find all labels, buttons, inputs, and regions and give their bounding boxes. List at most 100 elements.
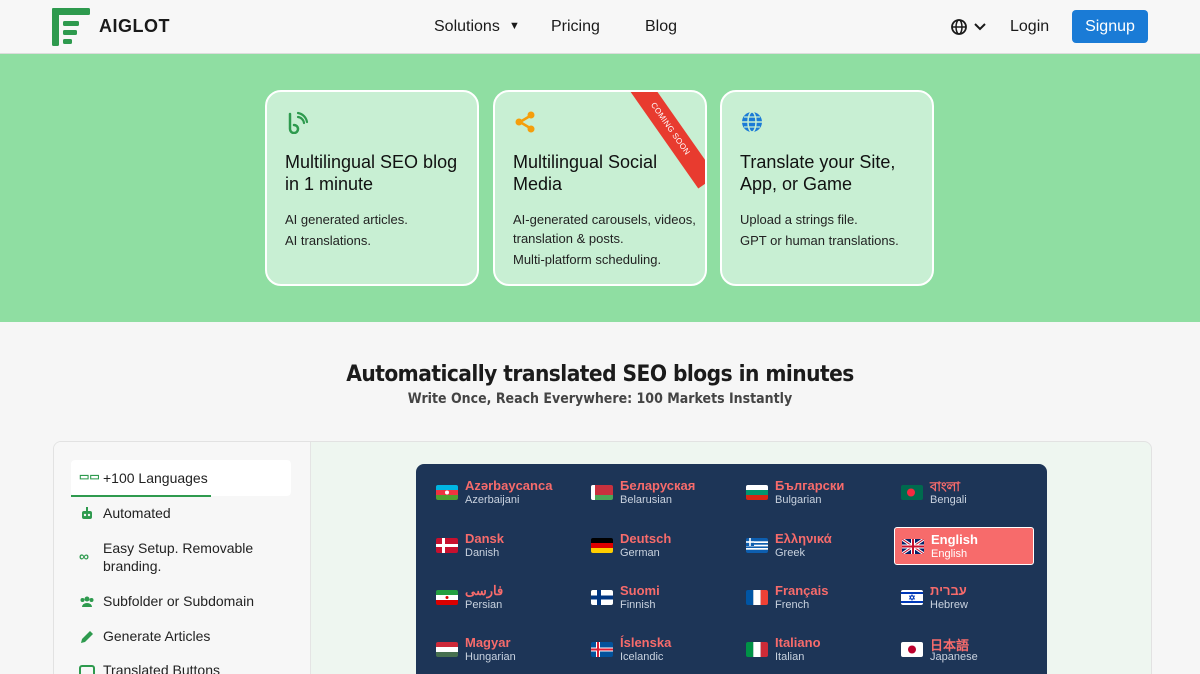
users-icon xyxy=(80,596,94,607)
language-english: Belarusian xyxy=(620,494,672,506)
chevron-down-icon[interactable]: ▼ xyxy=(509,20,520,32)
language-globe-icon[interactable] xyxy=(950,17,990,37)
flag-france-icon xyxy=(746,590,768,605)
feature-label: +100 Languages xyxy=(103,470,208,486)
language-bulgarian[interactable]: Български Bulgarian xyxy=(739,474,879,512)
language-english: Danish xyxy=(465,547,500,559)
language-english: Icelandic xyxy=(620,651,664,663)
flag-hungary-icon xyxy=(436,642,458,657)
language-native: Magyar xyxy=(465,635,511,650)
language-native: Italiano xyxy=(775,635,821,650)
language-english: English xyxy=(931,548,968,560)
flag-bulgaria-icon xyxy=(746,485,768,500)
language-native: Deutsch xyxy=(620,531,672,546)
language-native: Български xyxy=(775,478,845,493)
flag-iran-icon xyxy=(436,590,458,605)
card-description: AI-generated carousels, videos, translat… xyxy=(513,210,703,271)
language-grid: Azərbaycanca Azerbaijani Беларуская Bela… xyxy=(416,464,1047,674)
feature-languages[interactable]: ▭▭ +100 Languages xyxy=(71,460,291,497)
feature-generate-articles[interactable]: Generate Articles xyxy=(71,627,291,649)
feature-translated-buttons[interactable]: Translated Buttons xyxy=(71,661,291,674)
card-line: AI generated articles. xyxy=(285,212,408,227)
features-panel: ▭▭ +100 Languages Automated ∞ Easy Setup… xyxy=(53,441,1152,674)
flag-uk-icon xyxy=(902,539,924,554)
globe-icon xyxy=(742,111,762,133)
language-native: Suomi xyxy=(620,583,660,598)
aiglot-logo[interactable] xyxy=(52,8,92,46)
features-sidebar: ▭▭ +100 Languages Automated ∞ Easy Setup… xyxy=(54,442,311,674)
brand-name[interactable]: AIGLOT xyxy=(99,16,170,37)
language-azerbaijani[interactable]: Azərbaycanca Azerbaijani xyxy=(429,474,569,512)
top-nav-bar: AIGLOT Solutions ▼ Pricing Blog Login Si… xyxy=(0,0,1200,54)
feature-label: Easy Setup. Removable branding. xyxy=(103,540,254,574)
languages-icon: ▭▭ xyxy=(79,471,100,483)
robot-icon xyxy=(82,507,92,519)
language-english: Greek xyxy=(775,547,805,559)
language-greek[interactable]: Ελληνικά Greek xyxy=(739,527,879,565)
language-native: Беларуская xyxy=(620,478,696,493)
nav-solutions[interactable]: Solutions xyxy=(434,18,500,36)
language-belarusian[interactable]: Беларуская Belarusian xyxy=(584,474,724,512)
login-link[interactable]: Login xyxy=(1010,18,1049,36)
language-english: Azerbaijani xyxy=(465,494,520,506)
signup-button[interactable]: Signup xyxy=(1072,10,1148,43)
language-native: Íslenska xyxy=(620,635,672,650)
flag-azerbaijan-icon xyxy=(436,485,458,500)
card-description: AI generated articles. AI translations. xyxy=(285,210,475,252)
nav-pricing[interactable]: Pricing xyxy=(551,18,600,36)
card-social-media[interactable]: COMING SOON Multilingual Social Media AI… xyxy=(493,90,707,286)
flag-israel-icon xyxy=(901,590,923,605)
language-english: French xyxy=(775,599,810,611)
feature-label: Automated xyxy=(103,505,171,521)
flag-finland-icon xyxy=(591,590,613,605)
flag-italy-icon xyxy=(746,642,768,657)
language-native: Azərbaycanca xyxy=(465,478,553,493)
language-native: Dansk xyxy=(465,531,505,546)
language-icelandic[interactable]: Íslenska Icelandic xyxy=(584,631,724,669)
language-english: Persian xyxy=(465,599,503,611)
language-bengali[interactable]: বাংলা Bengali xyxy=(894,474,1034,512)
button-icon xyxy=(79,665,95,674)
language-japanese[interactable]: 日本語 Japanese xyxy=(894,631,1034,669)
language-hebrew[interactable]: עברית Hebrew xyxy=(894,579,1034,617)
section-subtitle: Write Once, Reach Everywhere: 100 Market… xyxy=(407,391,793,407)
language-native: Ελληνικά xyxy=(775,531,832,546)
active-tab-underline xyxy=(71,495,211,497)
card-title: Multilingual Social Media xyxy=(513,152,658,194)
card-seo-blog[interactable]: Multilingual SEO blog in 1 minute AI gen… xyxy=(265,90,479,286)
language-english: Italian xyxy=(775,651,805,663)
feature-label: Translated Buttons xyxy=(103,662,220,674)
language-english-selected[interactable]: English English xyxy=(894,527,1034,565)
flag-japan-icon xyxy=(901,642,923,657)
card-line: AI-generated carousels, videos, translat… xyxy=(513,212,696,246)
flag-greece-icon xyxy=(746,538,768,553)
infinity-icon: ∞ xyxy=(79,548,89,564)
language-native: English xyxy=(931,532,978,547)
feature-automated[interactable]: Automated xyxy=(71,504,291,526)
language-hungarian[interactable]: Magyar Hungarian xyxy=(429,631,569,669)
section-title: Automatically translated SEO blogs in mi… xyxy=(346,362,854,387)
language-persian[interactable]: فارسی Persian xyxy=(429,579,569,617)
card-title: Multilingual SEO blog in 1 minute xyxy=(285,152,458,194)
language-danish[interactable]: Dansk Danish xyxy=(429,527,569,565)
language-english: German xyxy=(620,547,660,559)
language-english: Hebrew xyxy=(930,599,968,611)
feature-subfolder[interactable]: Subfolder or Subdomain xyxy=(71,592,291,614)
language-english: Finnish xyxy=(620,599,656,611)
flag-germany-icon xyxy=(591,538,613,553)
hero-section: Multilingual SEO blog in 1 minute AI gen… xyxy=(0,54,1200,322)
flag-denmark-icon xyxy=(436,538,458,553)
nav-blog[interactable]: Blog xyxy=(645,18,677,36)
language-french[interactable]: Français French xyxy=(739,579,879,617)
feature-easy-setup[interactable]: ∞ Easy Setup. Removable branding. xyxy=(71,539,291,579)
language-finnish[interactable]: Suomi Finnish xyxy=(584,579,724,617)
language-english: Bengali xyxy=(930,494,967,506)
card-title: Translate your Site, App, or Game xyxy=(740,152,896,194)
language-native: Français xyxy=(775,583,829,598)
flag-belarus-icon xyxy=(591,485,613,500)
feature-label: Generate Articles xyxy=(103,628,211,644)
feature-label: Subfolder or Subdomain xyxy=(103,593,254,609)
language-german[interactable]: Deutsch German xyxy=(584,527,724,565)
language-italian[interactable]: Italiano Italian xyxy=(739,631,879,669)
card-translate-site[interactable]: Translate your Site, App, or Game Upload… xyxy=(720,90,934,286)
